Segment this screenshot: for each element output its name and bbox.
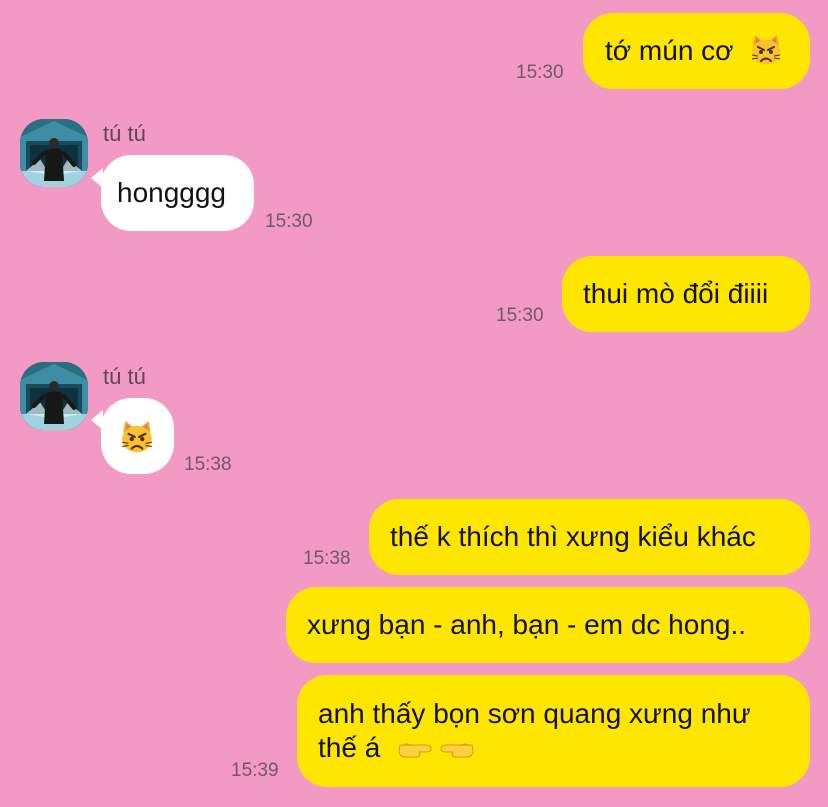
pouting-cat-icon: [119, 419, 155, 455]
message-timestamp: 15:38: [303, 548, 351, 569]
sent-message-bubble[interactable]: thui mò đổi điiii: [562, 256, 810, 332]
sent-message-bubble[interactable]: tớ mún cơ: [583, 13, 810, 89]
received-message-bubble[interactable]: hongggg: [101, 155, 254, 231]
pouting-cat-icon: [749, 33, 783, 67]
sent-message-bubble[interactable]: xưng bạn - anh, bạn - em dc hong..: [286, 587, 810, 663]
message-timestamp: 15:30: [496, 305, 544, 326]
sender-name: tú tú: [103, 364, 146, 389]
message-text-line-1: anh thấy bọn sơn quang xưng như: [318, 698, 751, 729]
received-message-bubble[interactable]: [101, 398, 174, 474]
message-text: xưng bạn - anh, bạn - em dc hong..: [307, 609, 747, 640]
sent-message-bubble[interactable]: anh thấy bọn sơn quang xưng như thế á: [297, 675, 810, 787]
message-timestamp: 15:30: [265, 211, 313, 232]
message-text: hongggg: [117, 177, 227, 208]
message-timestamp: 15:39: [231, 760, 279, 781]
contact-avatar[interactable]: [20, 362, 88, 430]
chat-thread[interactable]: tớ mún cơ 15:30 tú tú hongggg 15:30 thui…: [0, 0, 828, 807]
message-text: tớ mún cơ: [605, 35, 734, 66]
sender-name: tú tú: [103, 121, 146, 146]
message-timestamp: 15:38: [184, 454, 232, 475]
message-timestamp: 15:30: [516, 62, 564, 83]
message-text: thế k thích thì xưng kiểu khác: [390, 521, 756, 552]
message-text: thui mò đổi điiii: [583, 278, 769, 309]
sent-message-bubble[interactable]: thế k thích thì xưng kiểu khác: [369, 499, 810, 575]
message-text-line-2: thế á: [318, 732, 381, 763]
pointing-hands-icon: [396, 730, 476, 764]
contact-avatar[interactable]: [20, 119, 88, 187]
